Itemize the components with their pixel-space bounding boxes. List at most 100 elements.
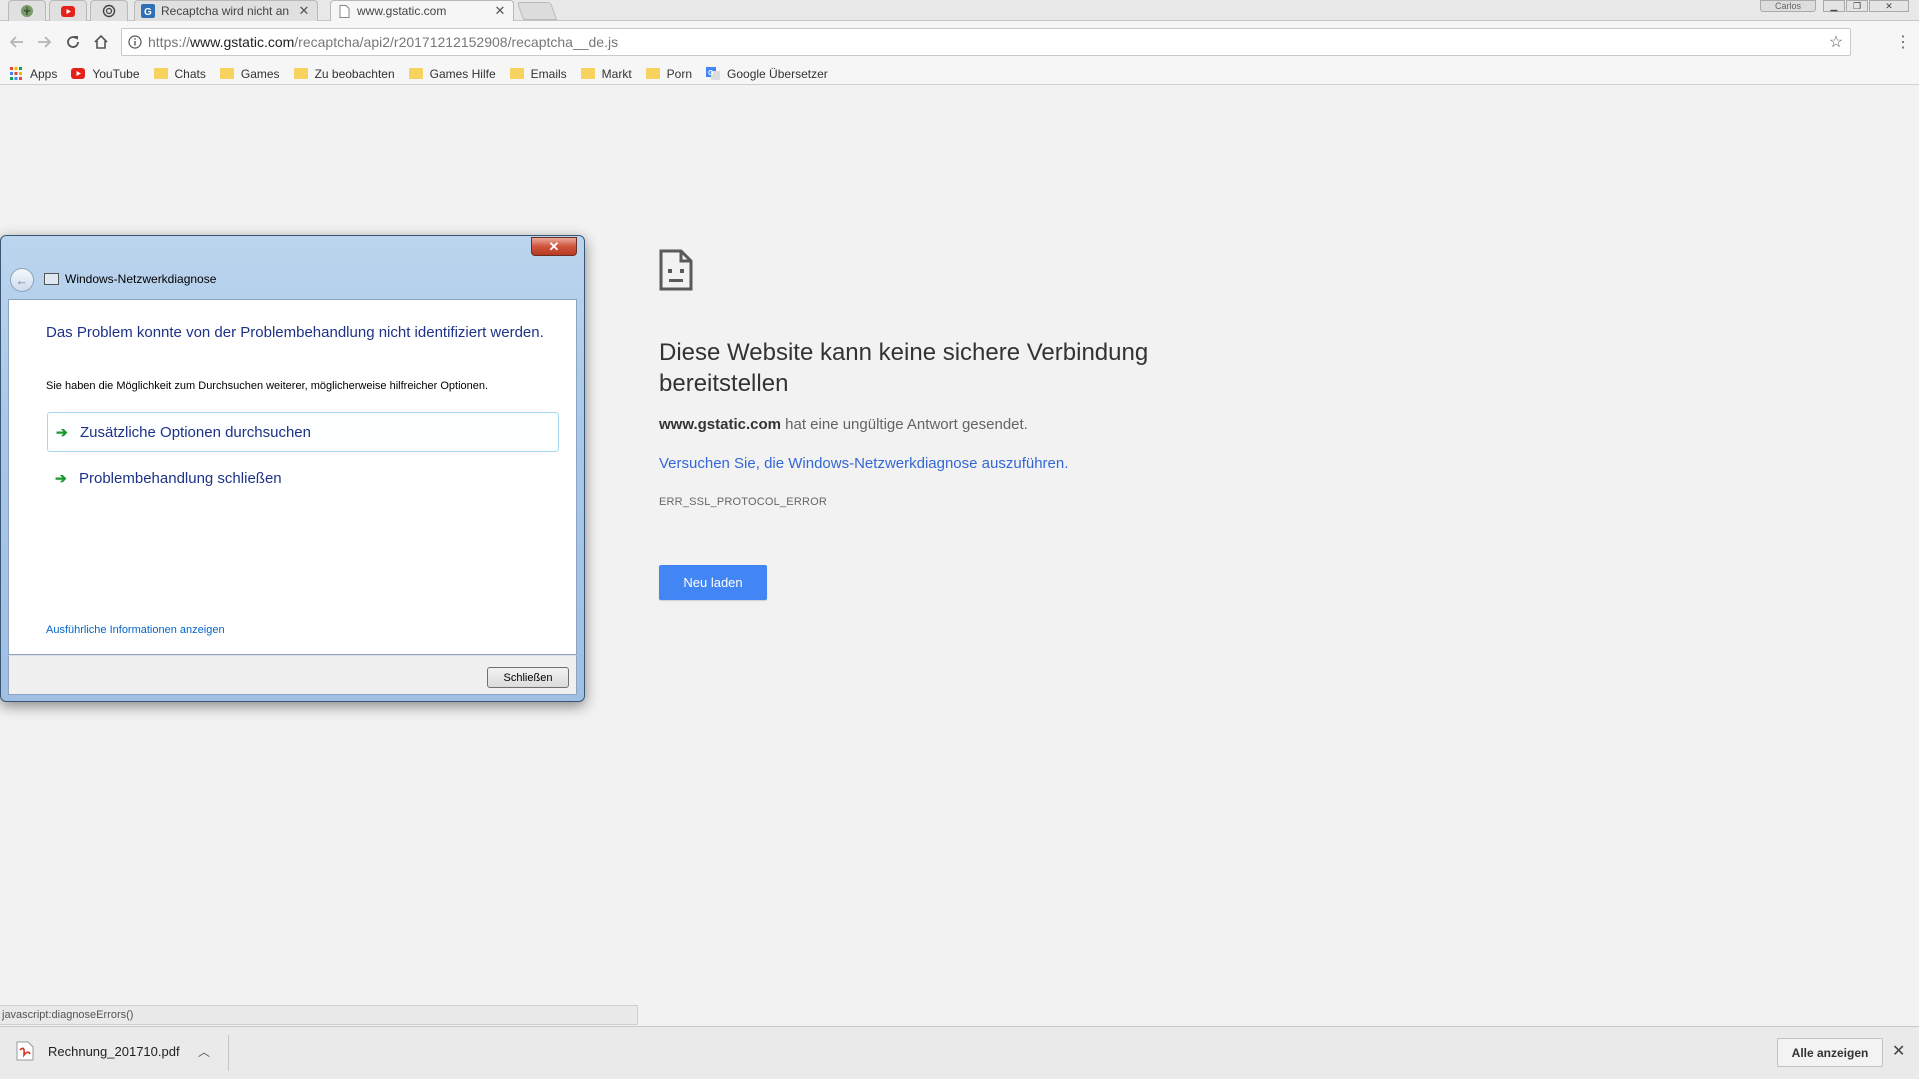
bookmark-label: Games Hilfe xyxy=(429,66,496,81)
close-icon[interactable]: ✕ xyxy=(1892,1041,1905,1061)
folder-icon xyxy=(153,68,168,79)
bookmark-folder-emails[interactable]: Emails xyxy=(509,66,567,81)
menu-button[interactable]: ⋮ xyxy=(1890,29,1916,55)
pdf-file-icon xyxy=(16,1041,34,1061)
divider xyxy=(228,1035,229,1071)
dialog-heading: Das Problem konnte von der Problembehand… xyxy=(46,324,544,341)
error-host: www.gstatic.com xyxy=(659,416,781,433)
folder-icon xyxy=(645,68,660,79)
bookmark-label: Emails xyxy=(530,66,567,81)
bookmark-label: Apps xyxy=(30,66,58,81)
folder-icon xyxy=(408,68,423,79)
option-more-options[interactable]: ➔ Zusätzliche Optionen durchsuchen xyxy=(47,412,559,452)
new-tab-button[interactable] xyxy=(516,2,558,20)
url-scheme: https:// xyxy=(148,34,191,50)
bookmark-apps[interactable]: Apps xyxy=(9,67,57,81)
green-arrow-icon: ➔ xyxy=(55,469,67,486)
window-close-button[interactable]: ✕ xyxy=(1869,0,1909,12)
google-translate-icon: G xyxy=(706,67,721,80)
close-icon[interactable]: ✕ xyxy=(493,3,507,18)
reload-page-button[interactable]: Neu laden xyxy=(659,565,767,600)
dialog-footer: Schließen xyxy=(8,655,577,695)
bookmark-label: Chats xyxy=(174,66,206,81)
tab-recaptcha[interactable]: G Recaptcha wird nicht an ✕ xyxy=(134,0,318,21)
reload-button[interactable] xyxy=(60,29,86,55)
tab-pinned-plant[interactable] xyxy=(8,0,46,21)
folder-icon xyxy=(509,68,524,79)
back-arrow-icon: ← xyxy=(15,272,29,288)
maximize-button[interactable]: ❐ xyxy=(1846,0,1868,12)
url-text: https://www.gstatic.com/recaptcha/api2/r… xyxy=(148,34,1822,50)
url-path: /recaptcha/api2/r20171212152908/recaptch… xyxy=(294,34,619,50)
sad-document-icon xyxy=(659,249,693,296)
home-icon xyxy=(94,34,108,49)
bookmark-label: Google Übersetzer xyxy=(727,66,828,81)
option-label: Problembehandlung schließen xyxy=(79,469,282,487)
bookmark-label: YouTube xyxy=(92,66,140,81)
bookmark-google-translate[interactable]: G Google Übersetzer xyxy=(706,67,828,81)
folder-icon xyxy=(293,68,308,79)
bookmark-folder-chats[interactable]: Chats xyxy=(153,66,206,81)
tab-pinned-youtube[interactable] xyxy=(49,0,87,21)
bookmark-label: Games xyxy=(240,66,280,81)
status-bubble: javascript:diagnoseErrors() xyxy=(0,1005,638,1025)
forum-icon: G xyxy=(141,4,155,18)
show-all-downloads-button[interactable]: Alle anzeigen xyxy=(1777,1038,1883,1067)
dialog-back-button[interactable]: ← xyxy=(10,268,34,292)
error-description-text: hat eine ungültige Antwort gesendet. xyxy=(780,416,1028,433)
tab-gstatic[interactable]: www.gstatic.com ✕ xyxy=(330,0,514,21)
detail-info-link[interactable]: Ausführliche Informationen anzeigen xyxy=(46,624,225,636)
kebab-menu-icon: ⋮ xyxy=(1895,34,1911,51)
back-button[interactable] xyxy=(4,29,30,55)
youtube-icon xyxy=(71,68,86,79)
dialog-close-button[interactable]: Schließen xyxy=(487,667,569,688)
svg-text:G: G xyxy=(708,70,714,77)
tab-strip: G Recaptcha wird nicht an ✕ www.gstatic.… xyxy=(0,0,1919,21)
url-host: www.gstatic.com xyxy=(190,34,295,50)
error-description: www.gstatic.com hat eine ungültige Antwo… xyxy=(659,416,1028,433)
tab-title: Recaptcha wird nicht an xyxy=(161,4,290,18)
bookmark-label: Markt xyxy=(601,66,632,81)
network-diagnostics-dialog: ✕ ← Windows-Netzwerkdiagnose Das Problem… xyxy=(0,235,585,702)
youtube-icon xyxy=(61,5,75,17)
tab-title: www.gstatic.com xyxy=(357,4,447,18)
browser-toolbar: https://www.gstatic.com/recaptcha/api2/r… xyxy=(0,21,1919,63)
bookmark-folder-porn[interactable]: Porn xyxy=(645,67,692,81)
error-title: Diese Website kann keine sichere Verbind… xyxy=(659,339,1149,397)
minimize-button[interactable]: ▁ xyxy=(1823,0,1845,12)
window-user-badge[interactable]: Carlos xyxy=(1760,0,1816,12)
error-code: ERR_SSL_PROTOCOL_ERROR xyxy=(659,496,828,508)
green-arrow-icon: ➔ xyxy=(56,423,68,440)
bookmark-folder-markt[interactable]: Markt xyxy=(580,66,632,81)
bookmark-star-icon[interactable]: ☆ xyxy=(1822,32,1850,52)
bookmark-folder-games-hilfe[interactable]: Games Hilfe xyxy=(408,66,496,81)
dialog-subtext: Sie haben die Möglichkeit zum Durchsuche… xyxy=(46,380,489,392)
reload-icon xyxy=(67,36,79,48)
svg-text:G: G xyxy=(144,7,152,18)
bookmark-youtube[interactable]: YouTube xyxy=(71,66,140,81)
forward-arrow-icon xyxy=(38,36,52,48)
info-icon[interactable] xyxy=(122,35,148,49)
dialog-close-icon[interactable]: ✕ xyxy=(531,237,577,256)
folder-icon xyxy=(580,68,595,79)
home-button[interactable] xyxy=(88,29,114,55)
bookmark-label: Zu beobachten xyxy=(314,66,395,81)
close-icon[interactable]: ✕ xyxy=(297,3,311,18)
bookmark-folder-games[interactable]: Games xyxy=(219,66,280,81)
forward-button[interactable] xyxy=(31,29,57,55)
option-close-troubleshooting[interactable]: ➔ Problembehandlung schließen xyxy=(47,458,559,498)
address-bar[interactable]: https://www.gstatic.com/recaptcha/api2/r… xyxy=(121,28,1851,56)
chevron-up-icon[interactable]: ︿ xyxy=(198,1043,210,1060)
dialog-body: Das Problem konnte von der Problembehand… xyxy=(8,299,577,655)
dialog-title: Windows-Netzwerkdiagnose xyxy=(65,272,217,286)
spiral-icon xyxy=(102,4,116,18)
apps-grid-icon xyxy=(10,67,22,80)
run-diagnostics-link[interactable]: Versuchen Sie, die Windows-Netzwerkdiagn… xyxy=(659,455,1068,472)
plant-icon xyxy=(21,5,33,17)
network-diagnostics-icon xyxy=(44,273,59,285)
tab-pinned-spiral[interactable] xyxy=(90,0,128,21)
download-item[interactable]: Rechnung_201710.pdf xyxy=(16,1041,180,1061)
folder-icon xyxy=(219,68,234,79)
download-shelf: Rechnung_201710.pdf ︿ Alle anzeigen ✕ xyxy=(0,1026,1919,1079)
bookmark-folder-zu-beobachten[interactable]: Zu beobachten xyxy=(293,66,395,81)
